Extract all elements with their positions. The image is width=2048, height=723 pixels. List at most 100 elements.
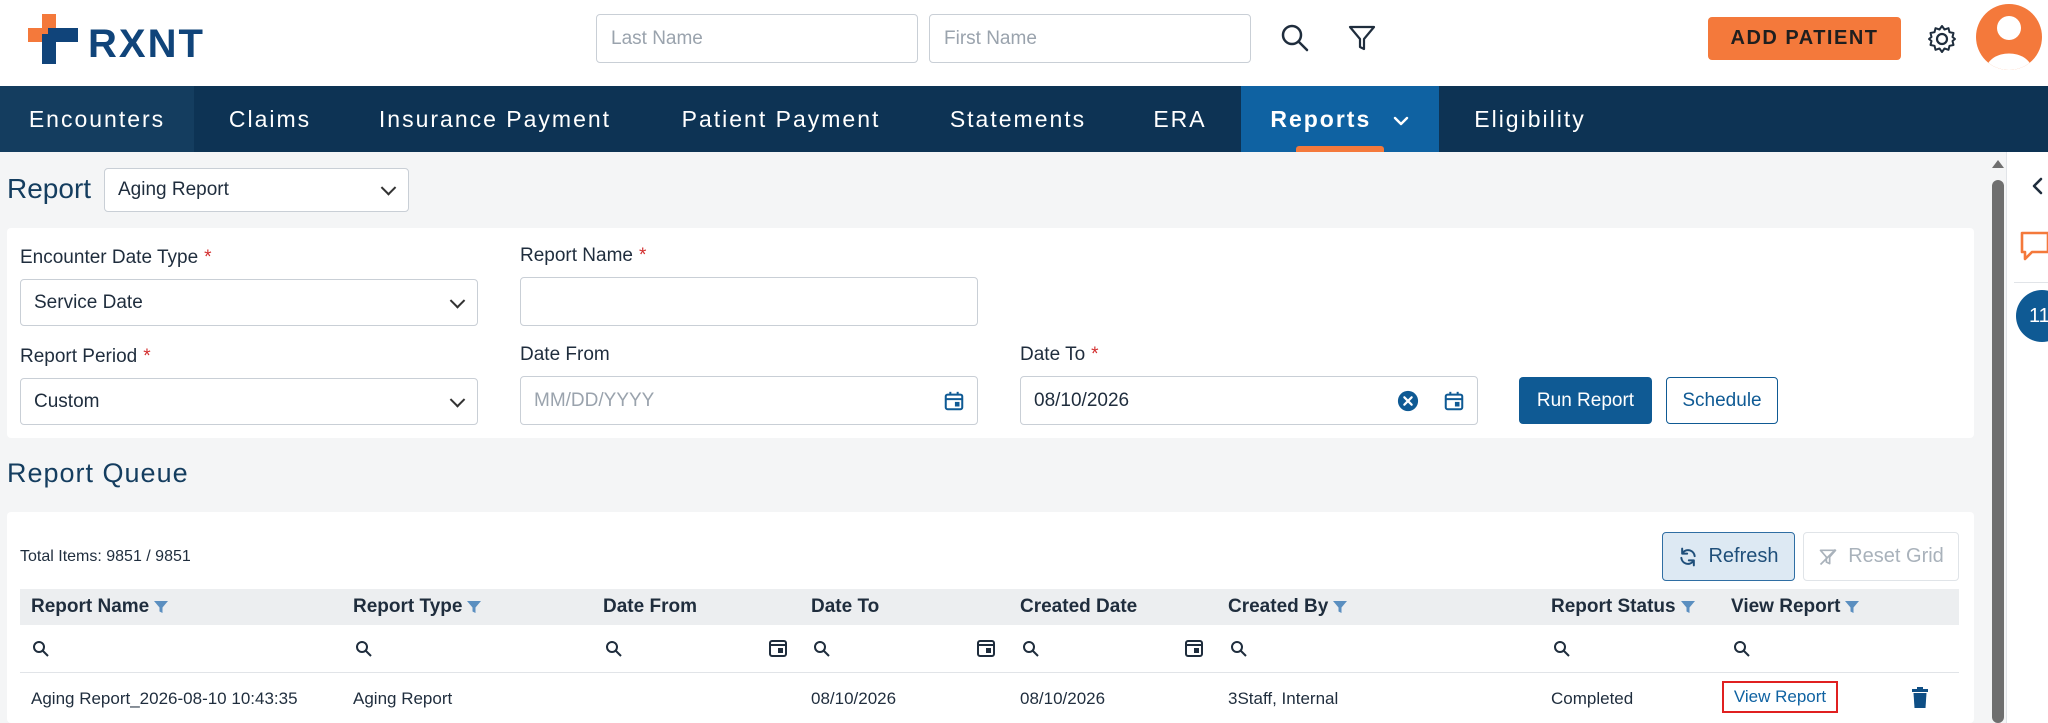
col-header-report-name[interactable]: Report Name xyxy=(31,596,169,618)
report-label: Report xyxy=(7,173,92,204)
total-items: Total Items: 9851 / 9851 xyxy=(20,548,191,565)
first-name-input[interactable] xyxy=(929,14,1251,63)
column-filter-icon[interactable] xyxy=(1332,599,1348,615)
report-period-select[interactable]: Custom xyxy=(20,378,478,425)
encounter-date-type-label: Encounter Date Type * xyxy=(20,247,212,269)
col-header-view-report-label: View Report xyxy=(1731,596,1841,617)
chat-icon[interactable] xyxy=(2020,230,2048,264)
scrollbar-thumb[interactable] xyxy=(1992,180,2004,723)
calendar-icon[interactable] xyxy=(1443,390,1465,412)
report-type-value: Aging Report xyxy=(118,179,229,200)
col-header-date-to-label: Date To xyxy=(811,596,880,617)
top-header: RXNT ADD PATIENT xyxy=(0,0,2048,86)
search-icon[interactable] xyxy=(813,640,831,658)
nav-patient-payment[interactable]: Patient Payment xyxy=(664,86,898,152)
col-header-date-from[interactable]: Date From xyxy=(603,596,697,618)
nav-encounters[interactable]: Encounters xyxy=(0,86,194,152)
cell-report-status: Completed xyxy=(1551,689,1634,708)
nav-claims[interactable]: Claims xyxy=(210,86,330,152)
calendar-icon[interactable] xyxy=(976,638,996,658)
date-to-label-text: Date To xyxy=(1020,344,1086,365)
chevron-left-icon[interactable] xyxy=(2030,176,2044,196)
column-filter-icon[interactable] xyxy=(1844,599,1860,615)
user-icon xyxy=(1986,16,2032,70)
refresh-button[interactable]: Refresh xyxy=(1662,532,1795,581)
report-period-value: Custom xyxy=(34,390,100,412)
refresh-label: Refresh xyxy=(1708,545,1779,567)
report-name-input[interactable] xyxy=(520,277,978,326)
col-header-report-status-label: Report Status xyxy=(1551,596,1676,617)
clear-icon[interactable] xyxy=(1397,390,1419,412)
col-header-created-by[interactable]: Created By xyxy=(1228,596,1348,618)
col-header-view-report[interactable]: View Report xyxy=(1731,596,1860,618)
report-queue-title: Report Queue xyxy=(7,458,189,488)
schedule-button[interactable]: Schedule xyxy=(1666,377,1778,424)
cell-report-name: Aging Report_2026-08-10 10:43:35 xyxy=(31,689,298,708)
calendar-icon[interactable] xyxy=(943,390,965,412)
col-header-report-type[interactable]: Report Type xyxy=(353,596,482,618)
search-icon[interactable] xyxy=(1279,22,1311,54)
column-filter-icon[interactable] xyxy=(1680,599,1696,615)
gear-icon[interactable] xyxy=(1926,23,1958,55)
search-icon[interactable] xyxy=(355,640,373,658)
col-header-created-date[interactable]: Created Date xyxy=(1020,596,1137,618)
column-filter-icon[interactable] xyxy=(153,599,169,615)
report-type-select[interactable]: Aging Report xyxy=(104,168,409,212)
col-header-date-to[interactable]: Date To xyxy=(811,596,879,618)
search-icon[interactable] xyxy=(1733,640,1751,658)
chevron-down-icon xyxy=(1393,116,1408,126)
calendar-icon[interactable] xyxy=(1184,638,1204,658)
clear-filter-icon xyxy=(1819,548,1837,565)
table-row[interactable] xyxy=(20,674,1959,723)
encounter-date-type-value: Service Date xyxy=(34,291,143,313)
chevron-down-icon xyxy=(449,292,466,309)
cell-created-by: 3Staff, Internal xyxy=(1228,689,1339,708)
required-mark: * xyxy=(1091,344,1099,365)
date-to-value: 08/10/2026 xyxy=(1034,389,1130,411)
date-from-label: Date From xyxy=(520,344,610,365)
col-header-date-from-label: Date From xyxy=(603,596,697,617)
col-header-created-by-label: Created By xyxy=(1228,596,1329,617)
report-period-label-text: Report Period xyxy=(20,346,138,367)
calendar-icon[interactable] xyxy=(768,638,788,658)
logo-text: RXNT xyxy=(88,22,205,66)
trash-icon[interactable] xyxy=(1911,687,1929,709)
last-name-input[interactable] xyxy=(596,14,918,63)
encounter-date-type-label-text: Encounter Date Type xyxy=(20,247,199,268)
scroll-up-arrow-icon[interactable] xyxy=(1992,160,2004,168)
rxnt-logo[interactable]: RXNT xyxy=(28,14,228,66)
run-report-button[interactable]: Run Report xyxy=(1519,377,1652,424)
main-nav: Encounters Claims Insurance Payment Pati… xyxy=(0,86,2048,152)
search-icon[interactable] xyxy=(32,640,50,658)
required-mark: * xyxy=(639,245,647,266)
nav-insurance-payment[interactable]: Insurance Payment xyxy=(366,86,624,152)
search-icon[interactable] xyxy=(1022,640,1040,658)
required-mark: * xyxy=(204,247,212,268)
nav-statements[interactable]: Statements xyxy=(936,86,1100,152)
cell-date-to: 08/10/2026 xyxy=(811,689,897,708)
view-report-link[interactable]: View Report xyxy=(1722,681,1838,713)
reset-grid-label: Reset Grid xyxy=(1848,545,1944,567)
col-header-created-date-label: Created Date xyxy=(1020,596,1138,617)
search-icon[interactable] xyxy=(1230,640,1248,658)
date-to-input[interactable]: 08/10/2026 xyxy=(1020,376,1478,425)
nav-eligibility[interactable]: Eligibility xyxy=(1460,86,1600,152)
search-icon[interactable] xyxy=(1553,640,1571,658)
report-name-label-text: Report Name xyxy=(520,245,633,266)
add-patient-button[interactable]: ADD PATIENT xyxy=(1708,17,1901,60)
search-icon[interactable] xyxy=(605,640,623,658)
nav-reports[interactable]: Reports xyxy=(1241,86,1439,152)
chevron-down-icon xyxy=(380,180,397,196)
col-header-report-name-label: Report Name xyxy=(31,596,150,617)
reset-grid-button[interactable]: Reset Grid xyxy=(1803,532,1959,581)
filter-icon[interactable] xyxy=(1346,22,1378,54)
user-avatar[interactable] xyxy=(1976,4,2042,70)
nav-era[interactable]: ERA xyxy=(1140,86,1220,152)
col-header-report-status[interactable]: Report Status xyxy=(1551,596,1696,618)
encounter-date-type-select[interactable]: Service Date xyxy=(20,279,478,326)
date-from-input[interactable]: MM/DD/YYYY xyxy=(520,376,978,425)
column-filter-icon[interactable] xyxy=(466,599,482,615)
required-mark: * xyxy=(143,346,151,367)
nav-reports-label: Reports xyxy=(1270,106,1372,132)
refresh-icon xyxy=(1680,547,1697,566)
